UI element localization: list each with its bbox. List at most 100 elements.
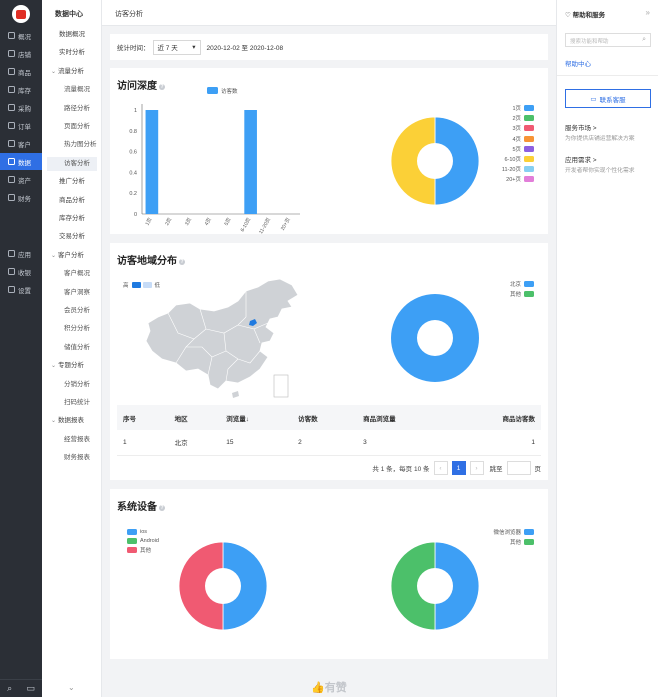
divider (557, 75, 658, 76)
submenu-item[interactable]: 库存分析 (47, 212, 97, 226)
submenu-item[interactable]: 积分分析 (47, 322, 97, 336)
submenu-group[interactable]: 专题分析 (47, 359, 97, 373)
nav-item[interactable]: 订单 (0, 117, 42, 134)
submenu-item[interactable]: 访客分析 (47, 156, 97, 171)
legend-label: 其他 (509, 292, 521, 299)
submenu-item[interactable]: 储值分析 (47, 341, 97, 355)
x-tick-label: 11-20页 (258, 217, 272, 234)
legend-swatch (127, 528, 137, 535)
chat-icon: ▭ (590, 95, 597, 103)
search-icon[interactable]: ⌕ (7, 683, 12, 694)
bar-legend: 访客数 (207, 87, 238, 95)
nav-item[interactable]: 采购 (0, 99, 42, 116)
legend-item[interactable]: 4页 (502, 134, 534, 144)
os-donut (178, 541, 268, 631)
time-range-value: 近 7 天 (157, 45, 178, 52)
submenu-item[interactable]: 热力图分析 (47, 138, 97, 152)
legend-item[interactable]: 2页 (502, 113, 534, 123)
nav-item[interactable]: 资产 (0, 171, 42, 188)
legend-item[interactable]: 微信浏览器 (493, 527, 534, 537)
app-request-link[interactable]: 应用需求 > (565, 154, 597, 164)
legend-item[interactable]: 其他 (510, 289, 534, 299)
nav-item[interactable]: 收银 (0, 263, 42, 280)
submenu-item[interactable]: 流量概况 (47, 83, 97, 97)
submenu-item[interactable]: 分销分析 (47, 378, 97, 392)
search-icon[interactable]: ⌕ (642, 36, 646, 44)
submenu-item[interactable]: 推广分析 (47, 175, 97, 189)
footer-logo-text: 有赞 (324, 682, 347, 694)
help-icon[interactable]: ? (179, 259, 185, 265)
column-header[interactable]: 浏览量↓ (220, 405, 293, 430)
submenu-item[interactable]: 会员分析 (47, 304, 97, 318)
submenu-group[interactable]: 流量分析 (47, 65, 97, 79)
x-tick-label: 5页 (224, 217, 233, 227)
youzan-logo-icon[interactable] (12, 5, 30, 23)
submenu-group[interactable]: 数据报表 (47, 414, 97, 428)
bar[interactable] (244, 110, 257, 214)
bulb-icon: ♡ (565, 12, 573, 19)
browser-legend: 微信浏览器 其他 (493, 527, 534, 547)
south-sea-inset (273, 374, 289, 398)
chevron-down-icon[interactable]: ⌄ (68, 683, 75, 692)
nav-item[interactable]: 客户 (0, 135, 42, 152)
nav-item[interactable]: 应用 (0, 245, 42, 262)
legend-item[interactable]: 其他 (127, 545, 159, 554)
region-legend: 北京 其他 (510, 279, 534, 299)
nav-item[interactable]: 财务 (0, 189, 42, 206)
legend-item[interactable]: 北京 (510, 279, 534, 289)
submenu-item[interactable]: 路径分析 (47, 102, 97, 116)
nav-item[interactable]: 概况 (0, 27, 42, 44)
submenu-item[interactable]: 数据概况 (47, 28, 97, 42)
column-header: 地区 (168, 405, 221, 430)
tag-icon (8, 68, 15, 75)
legend-item[interactable]: 3页 (502, 123, 534, 133)
legend-item[interactable]: ios (127, 527, 159, 536)
submenu-group[interactable]: 客户分析 (47, 249, 97, 263)
y-tick-label: 0.4 (129, 170, 137, 176)
contact-support-button[interactable]: ▭ 联系客服 (565, 89, 651, 108)
inventory-icon (8, 86, 15, 93)
submenu-item[interactable]: 页面分析 (47, 120, 97, 134)
nav-item-label: 采购 (18, 105, 31, 113)
legend-item[interactable]: 11-20页 (502, 164, 534, 174)
page-number-button[interactable]: 1 (451, 461, 466, 475)
submenu-item[interactable]: 客户概况 (47, 267, 97, 281)
legend-item[interactable]: 其他 (493, 537, 534, 547)
y-tick-label: 0.2 (129, 191, 137, 197)
nav-item[interactable]: 商品 (0, 63, 42, 80)
submenu-item[interactable]: 财务报表 (47, 451, 97, 465)
purchase-icon (8, 104, 15, 111)
help-search-input[interactable]: 搜索功能和帮助 ⌕ (565, 33, 651, 47)
legend-item[interactable]: 5页 (502, 144, 534, 154)
collapse-panel-icon[interactable]: » (646, 8, 650, 17)
message-icon[interactable]: ▭ (26, 683, 35, 694)
submenu-item[interactable]: 商品分析 (47, 194, 97, 208)
submenu-item[interactable]: 实时分析 (47, 46, 97, 60)
nav-item[interactable]: 数据 (0, 153, 42, 170)
legend-item[interactable]: 6-10页 (502, 154, 534, 164)
legend-swatch (524, 115, 534, 122)
y-tick-label: 1 (134, 108, 137, 114)
time-range-select[interactable]: 近 7 天 ▾ (152, 39, 201, 55)
nav-item[interactable]: 店铺 (0, 45, 42, 62)
legend-item[interactable]: Android (127, 536, 159, 545)
submenu-item[interactable]: 扫码统计 (47, 396, 97, 410)
submenu-item[interactable]: 交易分析 (47, 230, 97, 244)
nav-item[interactable]: 设置 (0, 281, 42, 298)
legend-item[interactable]: 20+页 (502, 174, 534, 184)
nav-item-label: 资产 (18, 177, 31, 185)
service-market-link[interactable]: 服务市场 > (565, 122, 597, 132)
next-page-button[interactable]: › (469, 461, 484, 475)
submenu-item[interactable]: 客户洞察 (47, 286, 97, 300)
finance-icon (8, 194, 15, 201)
help-center-link[interactable]: 帮助中心 (565, 58, 591, 68)
help-icon[interactable]: ? (159, 505, 165, 511)
prev-page-button[interactable]: ‹ (433, 461, 448, 475)
nav-item[interactable]: 库存 (0, 81, 42, 98)
legend-item[interactable]: 1页 (502, 103, 534, 113)
jump-page-input[interactable] (506, 461, 531, 475)
x-tick-label: 4页 (204, 217, 213, 227)
help-panel-title: ♡ 帮助和服务 (565, 12, 606, 19)
submenu-item[interactable]: 经营报表 (47, 433, 97, 447)
bar[interactable] (145, 110, 159, 214)
